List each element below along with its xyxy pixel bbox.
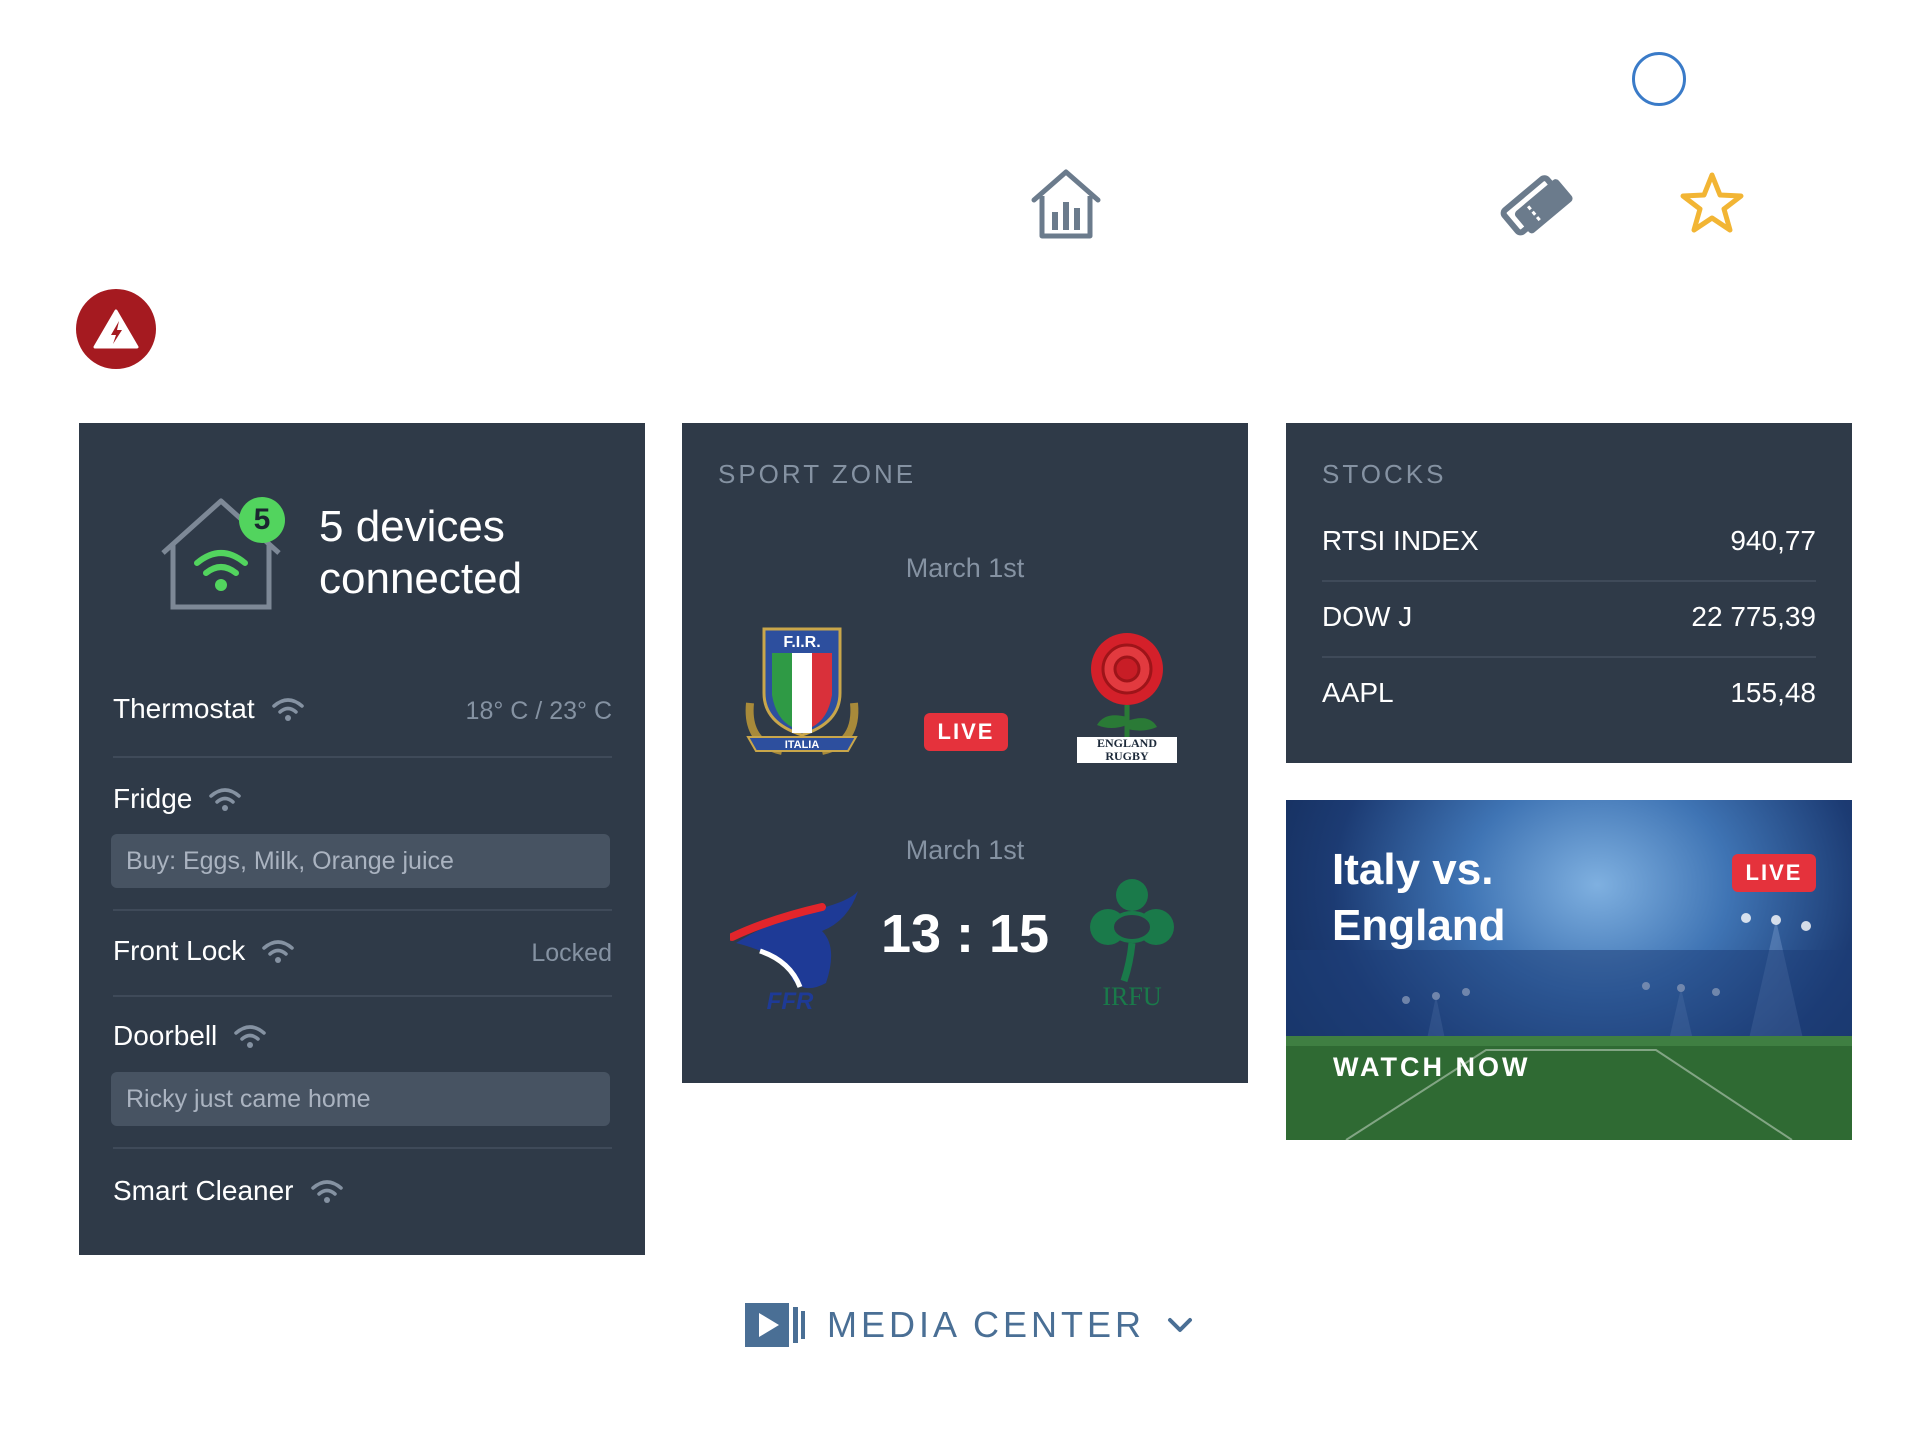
video-play-icon	[745, 1303, 805, 1347]
wifi-icon	[262, 940, 295, 963]
devices-headline: 5 devices connected	[319, 502, 523, 603]
live-match-title-line2: England	[1332, 901, 1506, 950]
home-stats-icon[interactable]	[1026, 164, 1106, 244]
watch-now-button[interactable]: WATCH NOW	[1333, 1052, 1530, 1083]
device-row-front-lock[interactable]: Front Lock Locked	[113, 935, 612, 975]
device-row-fridge[interactable]: Fridge	[113, 783, 612, 823]
doorbell-note: Ricky just came home	[111, 1072, 610, 1126]
england-rugby-logo-text: ENGLAND RUGBY	[1077, 737, 1177, 763]
live-badge: LIVE	[924, 713, 1008, 751]
italy-crest-letters: F.I.R.	[783, 634, 820, 651]
wifi-icon	[209, 788, 242, 811]
stock-row[interactable]: AAPL 155,48	[1322, 677, 1816, 733]
match-date: March 1st	[905, 553, 1025, 583]
divider	[1322, 656, 1816, 658]
divider	[113, 995, 612, 997]
device-name: Smart Cleaner	[113, 1175, 294, 1206]
device-name: Doorbell	[113, 1020, 218, 1051]
divider	[113, 756, 612, 758]
tickets-icon[interactable]	[1494, 164, 1574, 244]
stocks-card: STOCKS RTSI INDEX 940,77 DOW J 22 775,39…	[1286, 423, 1852, 763]
ireland-rugby-logo[interactable]: IRFU	[1082, 873, 1182, 1013]
stock-value: 22 775,39	[1691, 601, 1816, 632]
stock-row[interactable]: DOW J 22 775,39	[1322, 601, 1816, 657]
circle-icon[interactable]	[1632, 52, 1686, 106]
divider	[113, 909, 612, 911]
star-icon[interactable]	[1672, 164, 1752, 244]
alert-icon[interactable]	[76, 289, 156, 369]
live-match-card[interactable]: Italy vs. England LIVE WATCH NOW	[1286, 800, 1852, 1140]
england-rugby-logo[interactable]: ENGLAND RUGBY	[1077, 621, 1177, 767]
match-score: 13 : 15	[880, 904, 1050, 964]
live-match-title-line1: Italy vs.	[1332, 845, 1494, 894]
device-name: Front Lock	[113, 935, 246, 966]
device-row-smart-cleaner[interactable]: Smart Cleaner	[113, 1175, 612, 1215]
stock-name: RTSI INDEX	[1322, 525, 1479, 556]
sport-zone-card: SPORT ZONE March 1st F.I.R. ITALIA LIVE …	[682, 423, 1248, 1083]
divider	[1322, 580, 1816, 582]
device-row-thermostat[interactable]: Thermostat 18° C / 23° C	[113, 693, 612, 733]
stock-row[interactable]: RTSI INDEX 940,77	[1322, 525, 1816, 581]
wifi-icon	[271, 698, 304, 721]
media-center-label: MEDIA CENTER	[827, 1304, 1146, 1345]
france-rugby-letters: FFR	[767, 988, 814, 1011]
ireland-rugby-letters: IRFU	[1102, 982, 1161, 1011]
stock-name: DOW J	[1322, 601, 1413, 632]
home-wifi-icon: 5	[159, 493, 289, 613]
device-row-doorbell[interactable]: Doorbell	[113, 1020, 612, 1060]
italy-crest-ribbon: ITALIA	[785, 739, 820, 751]
device-count-badge: 5	[239, 497, 285, 543]
stocks-title: STOCKS	[1322, 459, 1447, 489]
device-status: Locked	[531, 939, 612, 967]
device-name: Fridge	[113, 783, 193, 814]
device-status: 18° C / 23° C	[465, 697, 612, 725]
match-date: March 1st	[905, 835, 1025, 865]
sport-zone-title: SPORT ZONE	[718, 459, 917, 489]
live-badge: LIVE	[1732, 854, 1816, 892]
stock-value: 940,77	[1730, 525, 1816, 556]
chevron-down-icon	[1168, 1318, 1193, 1332]
devices-summary: 5 5 devices connected	[159, 493, 619, 613]
stock-name: AAPL	[1322, 677, 1394, 708]
france-rugby-logo[interactable]: FFR	[728, 891, 860, 1015]
divider	[113, 1147, 612, 1149]
wifi-icon	[310, 1180, 343, 1203]
fridge-note: Buy: Eggs, Milk, Orange juice	[111, 834, 610, 888]
smart-home-card: 5 5 devices connected Thermostat 18° C /…	[79, 423, 645, 1255]
media-center-toggle[interactable]: MEDIA CENTER	[745, 1300, 1195, 1350]
wifi-icon	[234, 1025, 267, 1048]
live-match-title: Italy vs. England	[1332, 842, 1632, 954]
stock-value: 155,48	[1730, 677, 1816, 708]
italy-rugby-logo[interactable]: F.I.R. ITALIA	[742, 623, 862, 763]
device-name: Thermostat	[113, 693, 255, 724]
